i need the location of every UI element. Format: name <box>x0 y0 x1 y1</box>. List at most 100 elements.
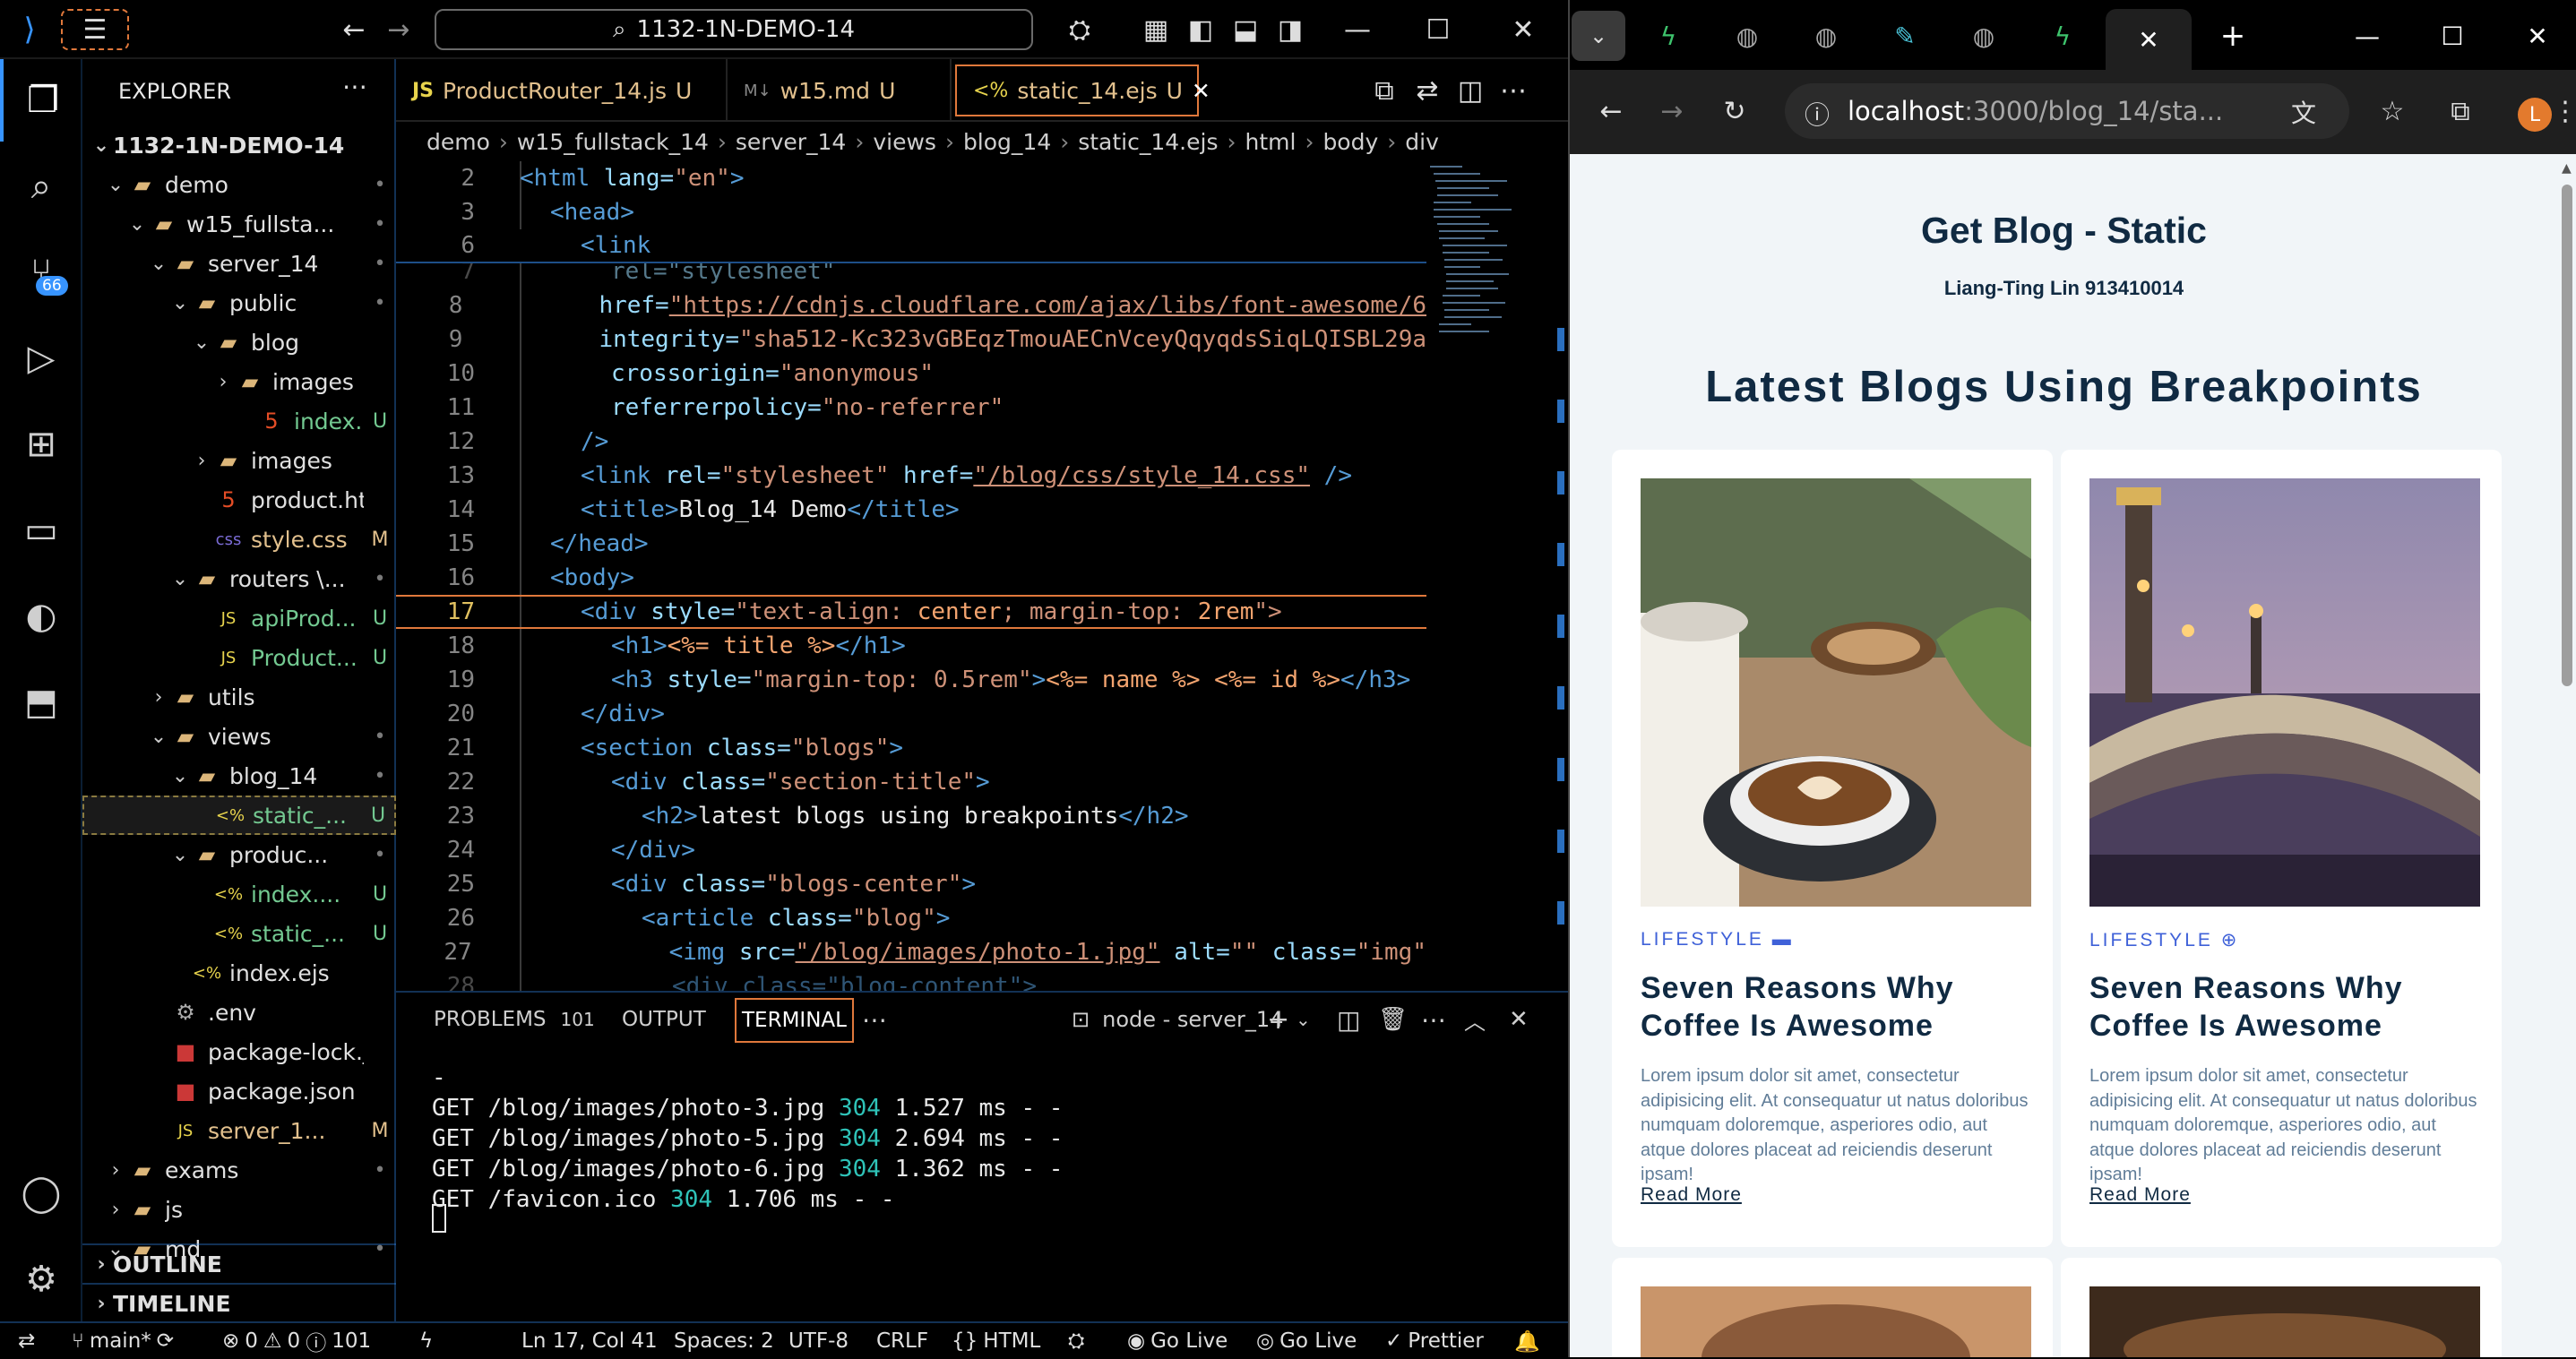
read-more-link[interactable]: Read More <box>1641 1184 1742 1206</box>
extensions-icon[interactable]: ⊞ <box>0 403 82 486</box>
breadcrumb-item[interactable]: blog_14 <box>963 129 1051 155</box>
address-bar[interactable]: ⓘ localhost:3000/blog_14/sta... 文 <box>1785 83 2349 139</box>
tree-item[interactable]: ■ package-lock.j... <box>82 1032 396 1071</box>
tree-item[interactable]: › ▰ js <box>82 1190 396 1229</box>
code-line[interactable]: 21 <section class="blogs"> <box>396 731 1426 765</box>
back-arrow-icon[interactable]: ← <box>1588 88 1634 134</box>
tree-item[interactable]: JS server_1... M <box>82 1111 396 1150</box>
read-more-link[interactable]: Read More <box>2089 1184 2191 1206</box>
code-line[interactable]: 27 <img src="/blog/images/photo-1.jpg" al… <box>396 935 1426 969</box>
indentation[interactable]: Spaces: 2 <box>674 1323 774 1359</box>
code-editor[interactable]: 2 <html lang="en"> 3 <head> 6 <link 7 rel="styl… <box>396 161 1426 991</box>
tree-item[interactable]: ⌄ ▰ produc... • <box>82 835 396 874</box>
code-line[interactable]: 10 crossorigin="anonymous" <box>396 357 1426 391</box>
tree-item[interactable]: ⌄ ▰ blog_14 • <box>82 756 396 796</box>
tab-output[interactable]: OUTPUT <box>622 993 706 1046</box>
reload-icon[interactable]: ↻ <box>1711 88 1758 134</box>
page-scrollbar[interactable]: ▲ <box>2558 154 2576 1357</box>
line-ending[interactable]: CRLF <box>876 1323 928 1359</box>
code-line[interactable]: 11 referrerpolicy="no-referrer" <box>396 391 1426 425</box>
prettier-status[interactable]: ✓ Prettier <box>1385 1323 1484 1359</box>
breadcrumb-item[interactable]: div <box>1405 129 1439 155</box>
tree-item[interactable]: JS apiProd... U <box>82 598 396 638</box>
code-line[interactable]: 6 <link <box>396 229 1426 263</box>
tab-w15-md[interactable]: M↓ w15.md U <box>728 59 952 122</box>
tree-item[interactable]: ⌄ ▰ server_14 • <box>82 244 396 283</box>
tab-problems[interactable]: PROBLEMS 101 <box>434 993 595 1046</box>
maximize-panel-icon[interactable]: ︿ <box>1464 993 1486 1046</box>
code-line[interactable]: 8 href="https://cdnjs.cloudflare.com/ajax… <box>396 288 1426 323</box>
code-line[interactable]: 16 <body> <box>396 561 1426 595</box>
code-line[interactable]: 14 <title>Blog_14 Demo</title> <box>396 493 1426 527</box>
search-icon[interactable]: ⌕ <box>0 145 82 228</box>
scrollbar-thumb[interactable] <box>2562 185 2572 686</box>
tab-feather-favicon[interactable]: ✎ <box>1869 13 1941 59</box>
layout-icon[interactable]: ▦ <box>1133 7 1178 52</box>
bookmark-star-icon[interactable]: ☆ <box>2369 88 2416 134</box>
tab-globe-favicon[interactable]: ◍ <box>1711 13 1783 59</box>
toggle-secondary-sidebar-icon[interactable]: ◨ <box>1268 7 1313 52</box>
code-line[interactable]: 3 <head> <box>396 195 1426 229</box>
menu-icon[interactable]: ☰ <box>61 9 129 50</box>
toggle-panel-icon[interactable]: ⬓ <box>1223 7 1268 52</box>
code-line[interactable]: 23 <h2>latest blogs using breakpoints</h2… <box>396 799 1426 833</box>
source-control-icon[interactable]: ⑂ 66 <box>0 231 82 314</box>
command-center[interactable]: ⌕ 1132-1N-DEMO-14 <box>435 9 1033 50</box>
active-tab-close-icon[interactable]: ✕ <box>2106 9 2192 70</box>
tree-item[interactable]: <% static_... U <box>82 914 396 953</box>
code-line[interactable]: 26 <article class="blog"> <box>396 901 1426 935</box>
code-line[interactable]: 15 </head> <box>396 527 1426 561</box>
copilot-status-icon[interactable]: ⛭ <box>1068 1323 1084 1359</box>
tree-item[interactable]: ⌄ ▰ blog <box>82 323 396 362</box>
code-line[interactable]: 2 <html lang="en"> <box>396 161 1426 195</box>
breadcrumb-item[interactable]: static_14.ejs <box>1078 129 1218 155</box>
maximize-icon[interactable]: ☐ <box>1416 7 1460 52</box>
tree-item[interactable]: <% index.... U <box>82 874 396 914</box>
more-panel-tabs-icon[interactable]: ⋯ <box>862 993 887 1046</box>
close-tab-icon[interactable]: ✕ <box>1192 78 1210 104</box>
outline-section[interactable]: › OUTLINE <box>82 1243 396 1283</box>
breadcrumb-item[interactable]: views <box>873 129 936 155</box>
tab-node-favicon[interactable]: ϟ <box>2027 13 2098 59</box>
tree-item[interactable]: <% index.ejs <box>82 953 396 993</box>
lightning-icon[interactable]: ϟ <box>419 1323 433 1359</box>
code-line[interactable]: 12 /> <box>396 425 1426 459</box>
tree-item[interactable]: › ▰ exams • <box>82 1150 396 1190</box>
code-line[interactable]: 22 <div class="section-title"> <box>396 765 1426 799</box>
forward-arrow-icon[interactable]: → <box>1649 88 1695 134</box>
site-info-icon[interactable]: ⓘ <box>1805 96 1830 132</box>
minimap[interactable] <box>1426 161 1516 609</box>
more-actions-icon[interactable]: ⋯ <box>1421 993 1446 1046</box>
code-line[interactable]: 9 integrity="sha512-Kc323vGBEqzTmouAECnVc… <box>396 323 1426 357</box>
encoding[interactable]: UTF-8 <box>788 1323 849 1359</box>
tree-item[interactable]: ⌄ ▰ demo • <box>82 165 396 204</box>
forward-arrow-icon[interactable]: → <box>376 7 421 52</box>
code-line[interactable]: 19 <h3 style="margin-top: 0.5rem"><%= nam… <box>396 663 1426 697</box>
code-line[interactable]: 13 <link rel="stylesheet" href="/blog/css… <box>396 459 1426 493</box>
profile-avatar[interactable]: L <box>2518 98 2552 132</box>
tab-productrouter[interactable]: JS ProductRouter_14.js U <box>396 59 728 122</box>
tree-item[interactable]: css style.css M <box>82 520 396 559</box>
maximize-icon[interactable]: ☐ <box>2417 13 2488 59</box>
remote-explorer-icon[interactable]: ▭ <box>0 489 82 572</box>
open-preview-icon[interactable]: ⧉ <box>1364 68 1405 113</box>
tab-globe-favicon[interactable]: ◍ <box>1948 13 2020 59</box>
split-editor-icon[interactable]: ◫ <box>1450 68 1491 113</box>
minimize-icon[interactable]: — <box>1335 7 1380 52</box>
split-terminal-icon[interactable]: ◫ <box>1337 993 1360 1046</box>
breadcrumb-item[interactable]: server_14 <box>736 129 846 155</box>
remote-icon[interactable]: ⇄ <box>18 1323 35 1359</box>
tab-node-favicon[interactable]: ϟ <box>1633 13 1704 59</box>
breadcrumb-item[interactable]: demo <box>426 129 490 155</box>
tree-item[interactable]: <% static_... U <box>82 796 396 835</box>
tree-item[interactable]: ⌄ ▰ views • <box>82 717 396 756</box>
minimize-icon[interactable]: — <box>2331 13 2403 59</box>
tree-item[interactable]: 5 product.html <box>82 480 396 520</box>
tree-item[interactable]: › ▰ images <box>82 441 396 480</box>
code-line[interactable]: 18 <h1><%= title %></h1> <box>396 629 1426 663</box>
tree-item[interactable]: 5 index.... U <box>82 401 396 441</box>
more-actions-icon[interactable]: ⋯ <box>342 72 367 101</box>
new-terminal-icon[interactable]: + <box>1267 993 1289 1046</box>
notifications-bell-icon[interactable]: 🔔 <box>1514 1323 1540 1359</box>
thunder-client-icon[interactable]: ◐ <box>0 575 82 658</box>
